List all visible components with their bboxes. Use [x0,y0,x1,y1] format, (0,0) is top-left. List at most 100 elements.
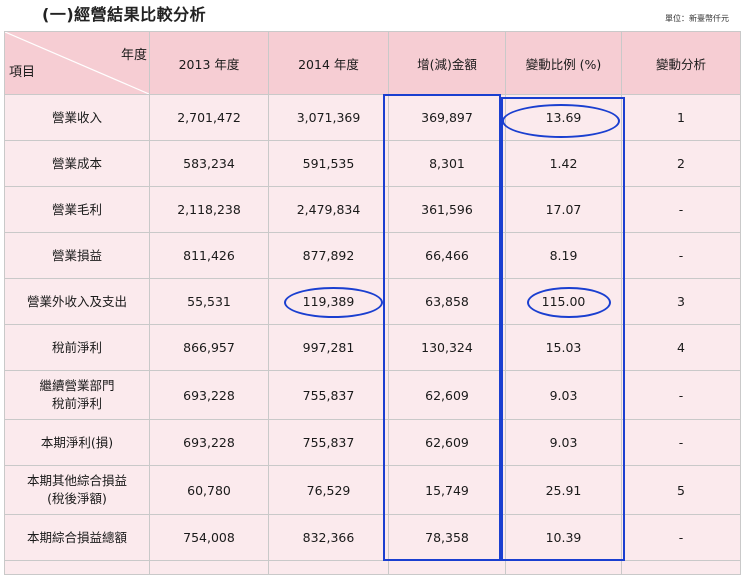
row-item-label-line: 本期淨利(損) [40,434,114,450]
cell-y2014: 591,535 [268,140,389,187]
cell-note: - [621,186,741,233]
row-item-label: 本期淨利(損) [4,419,150,466]
cell-y2014: 76,529 [268,465,389,515]
header-2013: 2013 年度 [149,31,269,95]
corner-item-label: 項目 [9,65,36,80]
cell-change: 78,358 [388,514,506,561]
cell-pct: 1.42 [505,140,622,187]
cell-pct: 13.69 [505,94,622,141]
table-row: 本期其他綜合損益 (稅後淨額) 60,780 76,529 15,749 25.91 5 [4,465,741,515]
cell-note: 5 [621,465,741,515]
cell-note: - [621,514,741,561]
cell-change: 369,897 [388,94,506,141]
cutoff-cell [149,560,269,575]
cell-y2014: 832,366 [268,514,389,561]
comparison-table: 年度 項目 2013 年度 2014 年度 增(減)金額 變動比例 (%) 變動… [4,31,741,575]
cell-y2014: 2,479,834 [268,186,389,233]
row-item-label-line: 繼續營業部門 [39,378,115,393]
cell-y2013: 866,957 [149,324,269,371]
cell-y2014: 755,837 [268,370,389,420]
cell-note: 3 [621,278,741,325]
table-row: 營業成本 583,234 591,535 8,301 1.42 2 [4,140,741,187]
cell-pct: 9.03 [505,370,622,420]
cell-note: - [621,419,741,466]
cell-y2014: 877,892 [268,232,389,279]
cell-note: 4 [621,324,741,371]
row-item-label: 本期綜合損益總額 [4,514,150,561]
cell-pct: 115.00 [505,278,622,325]
cell-y2013: 754,008 [149,514,269,561]
cell-y2013: 693,228 [149,419,269,466]
cutoff-cell [4,560,150,575]
corner-cell: 年度 項目 [4,31,150,95]
header-change: 增(減)金額 [388,31,506,95]
row-item-label: 營業成本 [4,140,150,187]
cutoff-cell [621,560,741,575]
row-item-label: 稅前淨利 [4,324,150,371]
row-item-label-line: 稅前淨利 [51,396,102,411]
header-row: 年度 項目 2013 年度 2014 年度 增(減)金額 變動比例 (%) 變動… [4,31,741,95]
header-pct: 變動比例 (%) [505,31,622,95]
cell-y2013: 2,701,472 [149,94,269,141]
row-item-label-line: 營業成本 [51,155,102,171]
table-row: 本期綜合損益總額 754,008 832,366 78,358 10.39- [4,514,741,561]
table-row: 本期淨利(損) 693,228 755,837 62,609 9.03- [4,419,741,466]
table-row: 營業外收入及支出 55,531 119,389 63,858 115.00 3 [4,278,741,325]
row-item-label-line: (稅後淨額) [47,491,107,506]
cell-pct: 15.03 [505,324,622,371]
table-row: 稅前淨利 866,957 997,281 130,324 15.03 4 [4,324,741,371]
cell-y2014: 997,281 [268,324,389,371]
cell-y2013: 811,426 [149,232,269,279]
table-row: 繼續營業部門 稅前淨利 693,228 755,837 62,609 9.03- [4,370,741,420]
cell-y2014: 755,837 [268,419,389,466]
cell-note: - [621,370,741,420]
row-item-label-line: 營業收入 [51,109,102,125]
unit-note: 單位：新臺幣仟元 [665,14,729,23]
cell-y2013: 693,228 [149,370,269,420]
table-row: 營業損益 811,426 877,892 66,466 8.19- [4,232,741,279]
cell-note: 1 [621,94,741,141]
cell-pct: 8.19 [505,232,622,279]
cell-pct: 25.91 [505,465,622,515]
row-item-label-line: 營業外收入及支出 [26,293,127,309]
cell-pct: 9.03 [505,419,622,466]
row-item-label: 營業毛利 [4,186,150,233]
row-item-label: 營業收入 [4,94,150,141]
cell-pct: 10.39 [505,514,622,561]
cell-change: 8,301 [388,140,506,187]
cell-y2014: 119,389 [268,278,389,325]
row-item-label: 繼續營業部門 稅前淨利 [4,370,150,420]
cutoff-cell [505,560,622,575]
cell-note: - [621,232,741,279]
row-item-label: 營業外收入及支出 [4,278,150,325]
header-analysis: 變動分析 [621,31,741,95]
cell-y2013: 60,780 [149,465,269,515]
cell-y2014: 3,071,369 [268,94,389,141]
cell-pct: 17.07 [505,186,622,233]
cell-change: 63,858 [388,278,506,325]
cell-y2013: 2,118,238 [149,186,269,233]
row-item-label: 營業損益 [4,232,150,279]
cell-change: 15,749 [388,465,506,515]
row-item-label-line: 營業毛利 [51,201,102,217]
table-row: 營業收入 2,701,472 3,071,369 369,897 13.69 1 [4,94,741,141]
cell-note: 2 [621,140,741,187]
cutoff-cell [268,560,389,575]
cell-change: 62,609 [388,419,506,466]
section-title: (一)經營結果比較分析 [42,5,207,24]
row-item-label-line: 稅前淨利 [51,339,102,355]
row-item-label-line: 本期其他綜合損益 [26,473,127,488]
cutoff-row [4,560,741,575]
row-item-label-line: 本期綜合損益總額 [26,529,127,545]
cell-change: 66,466 [388,232,506,279]
cell-y2013: 55,531 [149,278,269,325]
row-item-label-line: 營業損益 [51,247,102,263]
header-2014: 2014 年度 [268,31,389,95]
table-row: 營業毛利 2,118,238 2,479,834 361,596 17.07- [4,186,741,233]
corner-year-label: 年度 [120,48,147,63]
cell-change: 130,324 [388,324,506,371]
row-item-label: 本期其他綜合損益 (稅後淨額) [4,465,150,515]
cutoff-cell [388,560,506,575]
cell-y2013: 583,234 [149,140,269,187]
cell-change: 62,609 [388,370,506,420]
